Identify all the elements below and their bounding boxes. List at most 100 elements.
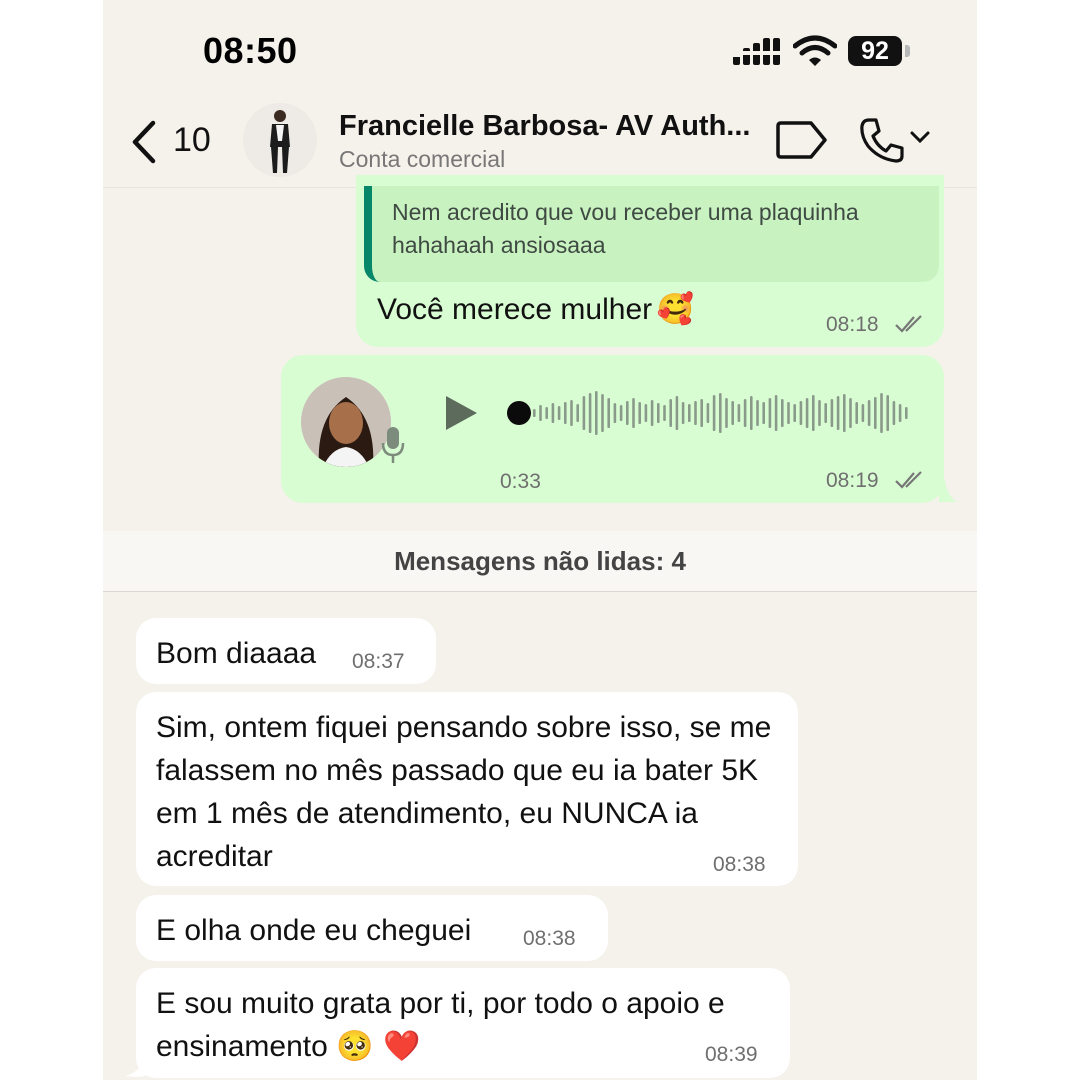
label-tag-icon[interactable] [775, 118, 829, 162]
bubble-tail [125, 1056, 145, 1077]
waveform-bar [836, 396, 840, 430]
waveform-bar [799, 401, 803, 425]
waveform-bar [861, 404, 865, 422]
contact-subtitle: Conta comercial [339, 146, 506, 172]
back-unread-count[interactable]: 10 [173, 121, 211, 160]
waveform-bar [570, 400, 573, 426]
message-time: 08:38 [523, 927, 576, 950]
waveform-bar [700, 399, 703, 427]
waveform-bar [830, 399, 834, 427]
waveform-bar [663, 405, 666, 421]
message-time: 08:37 [352, 650, 405, 673]
back-chevron-icon[interactable] [129, 120, 159, 164]
waveform-bar [681, 402, 685, 424]
waveform-bar [781, 399, 784, 427]
contact-name[interactable]: Francielle Barbosa- AV Auth... [339, 110, 750, 143]
bubble-tail [939, 480, 957, 502]
waveform-bar [843, 394, 846, 432]
waveform-bar [756, 400, 759, 426]
waveform-bar [750, 396, 753, 430]
waveform-scrubber[interactable] [507, 401, 531, 425]
waveform-bar [607, 398, 610, 428]
waveform-bar [619, 405, 623, 421]
waveform-bar [595, 391, 598, 435]
waveform-bar [743, 399, 747, 427]
message-time: 08:39 [705, 1043, 758, 1066]
waveform-bar [626, 401, 629, 425]
waveform-bar [644, 404, 648, 422]
reply-text: Você merece mulher [377, 293, 653, 326]
battery-level: 92 [848, 36, 902, 66]
waveform-bar [588, 393, 592, 433]
waveform-bar [533, 409, 536, 417]
incoming-message[interactable]: Sim, ontem fiquei pensando sobre isso, s… [136, 692, 798, 886]
waveform-bar [539, 405, 542, 421]
waveform-bar [688, 404, 691, 422]
contact-avatar[interactable] [243, 103, 317, 177]
waveform-bar [892, 401, 896, 425]
waveform-bar [768, 398, 772, 428]
waveform-bar [725, 398, 728, 428]
waveform-bar [638, 402, 641, 424]
double-check-icon [895, 315, 922, 333]
quoted-text: Nem acredito que vou receber uma plaquin… [392, 199, 859, 258]
chevron-down-icon[interactable] [909, 130, 931, 146]
chat-screen: 08:50 92 10 Francielle Barbosa- AV Auth. [103, 0, 977, 1080]
reply-message: Você merece mulher 🥰 [377, 292, 694, 327]
waveform-bar [706, 403, 710, 423]
status-time: 08:50 [203, 30, 298, 71]
voice-time: 08:19 [826, 469, 879, 492]
waveform-bar [601, 394, 604, 432]
battery-tip [905, 45, 910, 57]
waveform-bar [731, 401, 734, 425]
waveform-bar [818, 400, 821, 426]
waveform-bar [812, 395, 815, 431]
voice-duration: 0:33 [500, 470, 541, 493]
play-icon[interactable] [443, 395, 479, 431]
waveform-bar [762, 402, 765, 424]
signal-icon [733, 38, 780, 65]
message-text: E sou muito grata por ti, por todo o apo… [156, 987, 725, 1063]
phone-call-icon[interactable] [859, 116, 905, 164]
wifi-icon [793, 35, 837, 66]
microphone-icon [381, 427, 405, 463]
voice-waveform[interactable] [503, 386, 913, 440]
waveform-bar [855, 402, 858, 424]
waveform-bar [557, 406, 561, 420]
waveform-bar [632, 398, 635, 428]
reply-emoji: 🥰 [656, 292, 694, 327]
waveform-bar [657, 403, 660, 423]
waveform-bar [719, 393, 722, 433]
waveform-bar [551, 403, 555, 423]
waveform-bar [793, 404, 796, 422]
waveform-bar [824, 403, 827, 423]
unread-messages-banner: Mensagens não lidas: 4 [103, 531, 977, 592]
waveform-bar [675, 396, 679, 430]
waveform-bar [867, 400, 871, 426]
waveform-bar [712, 395, 716, 431]
reply-time: 08:18 [826, 313, 879, 336]
waveform-bar [650, 400, 654, 426]
waveform-bar [669, 399, 672, 427]
waveform-bar [886, 395, 889, 431]
voice-sender-avatar [301, 377, 391, 467]
waveform-bar [787, 402, 790, 424]
message-text: Bom diaaaa [156, 637, 317, 670]
waveform-bar [774, 395, 778, 431]
waveform-bar [564, 402, 567, 424]
waveform-bar [694, 401, 697, 425]
double-check-icon [895, 471, 922, 489]
message-emoji: 🥺 ❤️ [336, 1029, 421, 1064]
waveform-bar [582, 396, 586, 430]
waveform-bar [880, 393, 883, 433]
waveform-bar [576, 404, 579, 422]
incoming-message[interactable]: E sou muito grata por ti, por todo o apo… [136, 968, 790, 1078]
waveform-bar [849, 398, 852, 428]
quoted-message[interactable]: Nem acredito que vou receber uma plaquin… [364, 186, 939, 282]
waveform-bar [737, 404, 741, 422]
waveform-bar [898, 404, 902, 422]
message-text: Sim, ontem fiquei pensando sobre isso, s… [156, 711, 772, 873]
waveform-bar [805, 398, 809, 428]
message-time: 08:38 [713, 853, 766, 876]
waveform-bar [874, 397, 877, 429]
